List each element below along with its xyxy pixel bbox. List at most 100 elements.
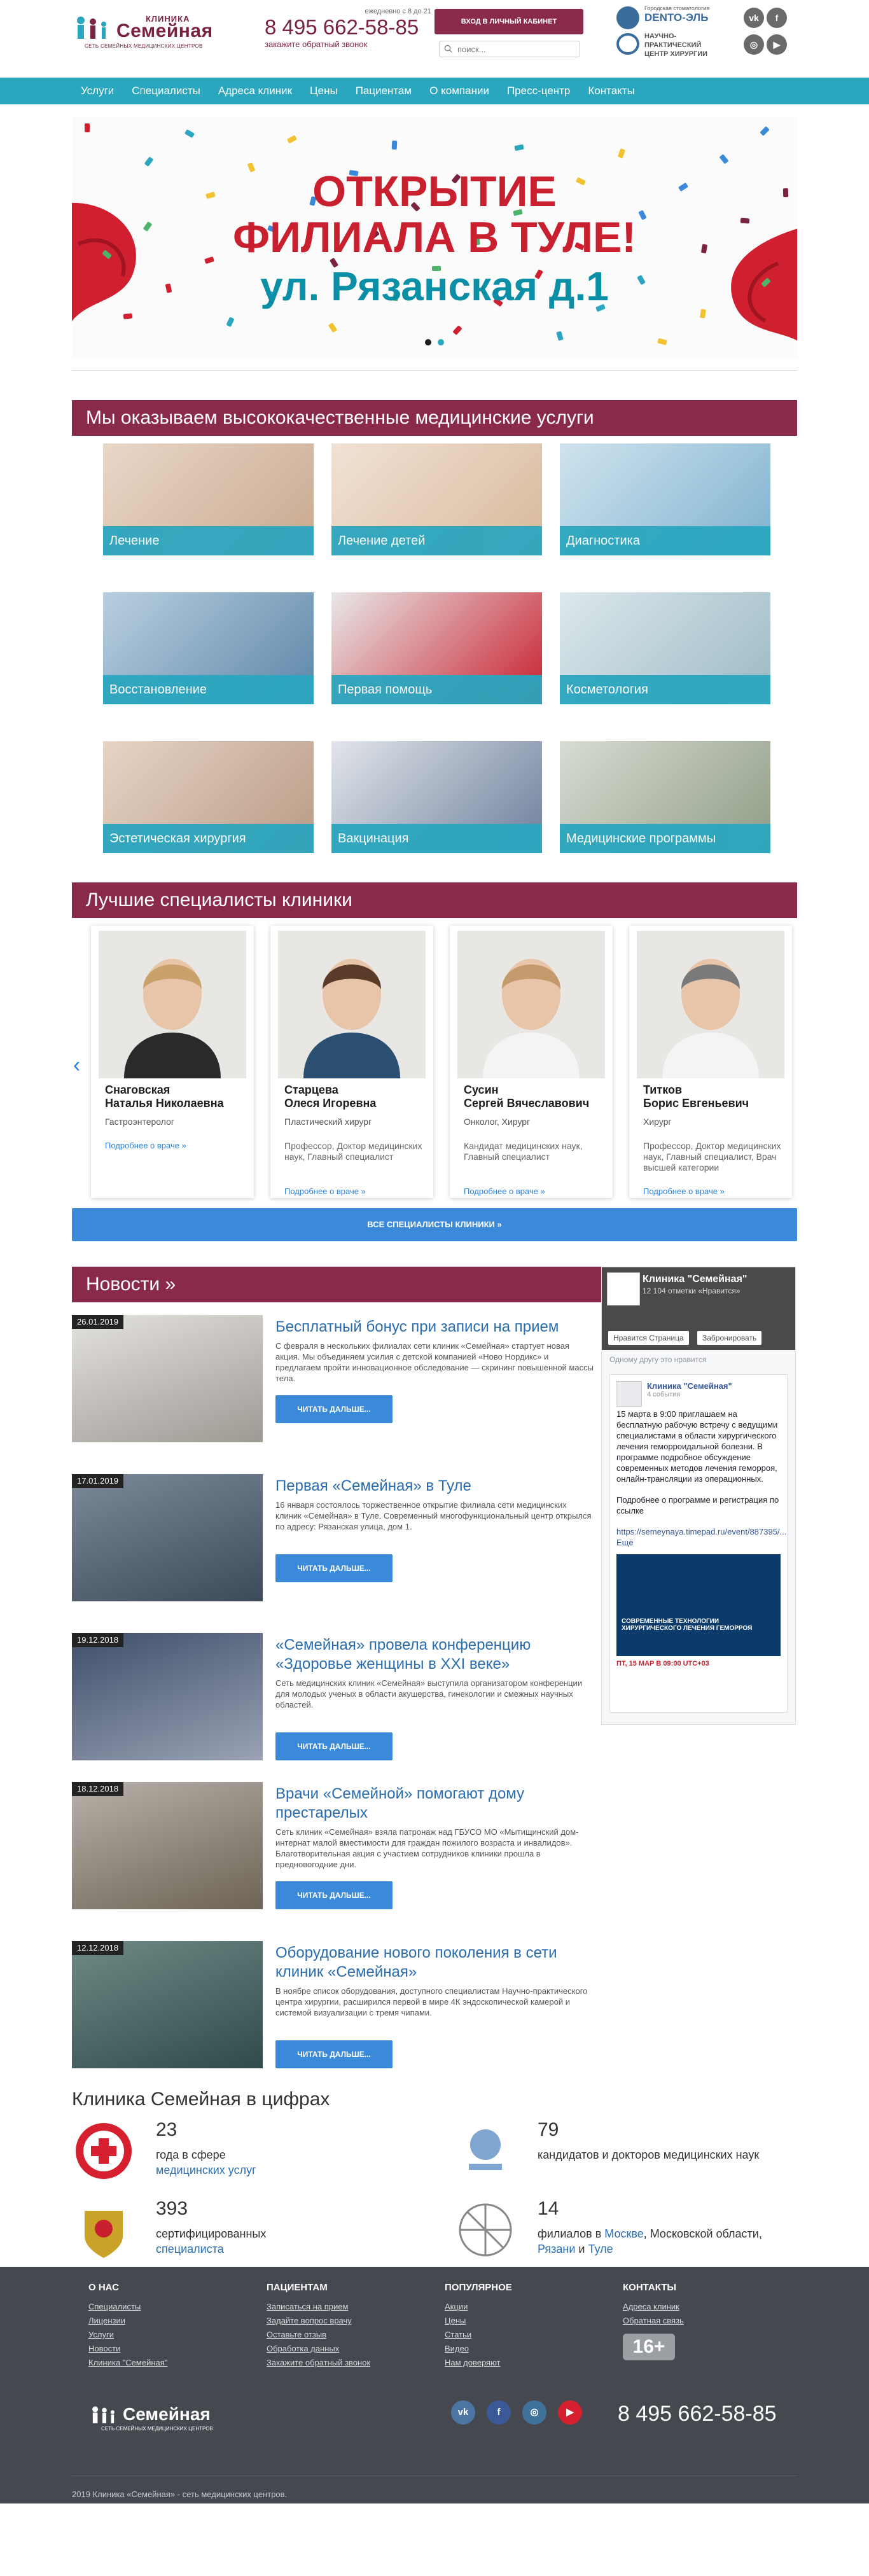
footer-instagram-icon[interactable]: ◎	[522, 2400, 546, 2425]
footer-link[interactable]: Записаться на прием	[267, 2302, 419, 2311]
slider-dot-active[interactable]	[438, 339, 444, 345]
footer-logo[interactable]: Семейная СЕТЬ СЕМЕЙНЫХ МЕДИЦИНСКИХ ЦЕНТР…	[88, 2404, 222, 2435]
footer-link[interactable]: Оставьте отзыв	[267, 2330, 419, 2339]
news-title[interactable]: «Семейная» провела конференцию «Здоровье…	[275, 1636, 594, 1674]
slider-dot[interactable]	[425, 339, 431, 345]
read-more-button[interactable]: ЧИТАТЬ ДАЛЬШЕ...	[275, 1881, 393, 1909]
news-title[interactable]: Бесплатный бонус при записи на прием	[275, 1318, 594, 1337]
news-photo[interactable]	[72, 1633, 263, 1760]
footer-link[interactable]: Обратная связь	[623, 2316, 775, 2325]
specialist-more-link[interactable]: Подробнее о враче »	[643, 1187, 783, 1196]
nav-item[interactable]: Пресс-центр	[507, 85, 570, 97]
facebook-page-logo[interactable]	[607, 1272, 640, 1305]
service-card[interactable]: Медицинские программы	[560, 741, 770, 853]
news-heading[interactable]: Новости »	[72, 1267, 601, 1302]
nav-item[interactable]: Контакты	[588, 85, 634, 97]
service-card[interactable]: Лечение детей	[331, 443, 542, 555]
specialist-name[interactable]: Старцева Олеся Игоревна	[284, 1083, 424, 1110]
service-card[interactable]: Вакцинация	[331, 741, 542, 853]
specialist-card[interactable]: Старцева Олеся Игоревна Пластический хиру…	[270, 926, 433, 1198]
nav-item[interactable]: Адреса клиник	[218, 85, 292, 97]
header-phone[interactable]: 8 495 662-58-85	[265, 15, 436, 39]
footer-link[interactable]: Новости	[88, 2344, 241, 2353]
footer-link[interactable]: Закажите обратный звонок	[267, 2358, 419, 2367]
news-title[interactable]: Первая «Семейная» в Туле	[275, 1477, 594, 1496]
footer-link[interactable]: Специалисты	[88, 2302, 241, 2311]
specialist-card[interactable]: Снаговская Наталья Николаевна Гастроэнтер…	[91, 926, 254, 1198]
specialists-link[interactable]: специалиста	[156, 2243, 224, 2255]
facebook-post-link[interactable]: https://semeynaya.timepad.ru/event/88739…	[616, 1526, 786, 1548]
facebook-save-button[interactable]: Забронировать	[697, 1331, 762, 1345]
footer-link[interactable]: Адреса клиник	[623, 2302, 775, 2311]
news-text: 16 января состоялось торжественное откры…	[275, 1500, 592, 1531]
facebook-post-image[interactable]: СОВРЕМЕННЫЕ ТЕХНОЛОГИИ ХИРУРГИЧЕСКОГО ЛЕ…	[616, 1554, 781, 1656]
all-specialists-button[interactable]: ВСЕ СПЕЦИАЛИСТЫ КЛИНИКИ »	[72, 1208, 797, 1241]
facebook-post-avatar[interactable]	[616, 1381, 642, 1407]
nav-item[interactable]: Услуги	[81, 85, 114, 97]
nav-item[interactable]: Специалисты	[132, 85, 200, 97]
footer-link[interactable]: Статьи	[445, 2330, 597, 2339]
footer-link[interactable]: Видео	[445, 2344, 597, 2353]
callback-link[interactable]: закажите обратный звонок	[265, 39, 436, 49]
nav-item[interactable]: О компании	[429, 85, 489, 97]
service-card[interactable]: Восстановление	[103, 592, 314, 704]
specialist-card[interactable]: Сусин Сергей Вячеславович Онколог, Хирург…	[450, 926, 613, 1198]
dento-el-partner-link[interactable]: Городская стоматология DENTO-ЭЛЬ	[616, 5, 721, 29]
nav-item[interactable]: Цены	[310, 85, 338, 97]
read-more-button[interactable]: ЧИТАТЬ ДАЛЬШЕ...	[275, 1395, 393, 1423]
footer-link[interactable]: Клиника "Семейная"	[88, 2358, 241, 2367]
footer-link[interactable]: Задайте вопрос врачу	[267, 2316, 419, 2325]
specialist-name[interactable]: Титков Борис Евгеньевич	[643, 1083, 783, 1110]
vk-icon[interactable]: vk	[744, 8, 764, 28]
facebook-like-button[interactable]: Нравится Страница	[608, 1331, 689, 1345]
nav-item[interactable]: Пациентам	[356, 85, 412, 97]
news-text: С февраля в нескольких филиалах сети кли…	[275, 1341, 594, 1383]
search-input[interactable]	[457, 43, 576, 55]
personal-cabinet-button[interactable]: ВХОД В ЛИЧНЫЙ КАБИНЕТ	[434, 9, 583, 34]
facebook-page-title[interactable]: Клиника "Семейная"	[643, 1274, 747, 1285]
footer-link[interactable]: Лицензии	[88, 2316, 241, 2325]
number-text: года в сфере медицинских услуг	[156, 2147, 398, 2178]
footer-link[interactable]: Акции	[445, 2302, 597, 2311]
ryazan-link[interactable]: Рязани	[538, 2243, 575, 2255]
footer-link[interactable]: Нам доверяют	[445, 2358, 597, 2367]
service-card[interactable]: Лечение	[103, 443, 314, 555]
news-title[interactable]: Врачи «Семейной» помогают дому престарел…	[275, 1785, 594, 1823]
read-more-button[interactable]: ЧИТАТЬ ДАЛЬШЕ...	[275, 1732, 393, 1760]
service-card[interactable]: Диагностика	[560, 443, 770, 555]
read-more-button[interactable]: ЧИТАТЬ ДАЛЬШЕ...	[275, 1554, 393, 1582]
footer-youtube-icon[interactable]: ▶	[558, 2400, 582, 2425]
tula-link[interactable]: Туле	[588, 2243, 613, 2255]
moscow-link[interactable]: Москве	[604, 2227, 643, 2240]
service-card[interactable]: Эстетическая хирургия	[103, 741, 314, 853]
footer-facebook-icon[interactable]: f	[487, 2400, 511, 2425]
specialist-card[interactable]: Титков Борис Евгеньевич Хирург Профессор, …	[629, 926, 792, 1198]
read-more-button[interactable]: ЧИТАТЬ ДАЛЬШЕ...	[275, 2040, 393, 2068]
service-card[interactable]: Косметология	[560, 592, 770, 704]
instagram-icon[interactable]: ◎	[744, 34, 764, 55]
surgery-center-partner-link[interactable]: НАУЧНО-ПРАКТИЧЕСКИЙ ЦЕНТР ХИРУРГИИ	[616, 32, 721, 58]
footer-link[interactable]: Цены	[445, 2316, 597, 2325]
youtube-icon[interactable]: ▶	[767, 34, 787, 55]
footer-phone[interactable]: 8 495 662-58-85	[618, 2402, 777, 2426]
specialist-more-link[interactable]: Подробнее о враче »	[464, 1187, 604, 1196]
news-photo[interactable]	[72, 1474, 263, 1601]
site-logo[interactable]: КЛИНИКА Семейная СЕТЬ СЕМЕЙНЫХ МЕДИЦИНСК…	[72, 11, 231, 49]
news-title[interactable]: Оборудование нового поколения в сети кли…	[275, 1944, 594, 1982]
specialist-more-link[interactable]: Подробнее о враче »	[105, 1141, 245, 1150]
promo-banner[interactable]: ОТКРЫТИЕ ФИЛИАЛА В ТУЛЕ! ул. Рязанская д…	[72, 117, 797, 358]
search-box[interactable]	[439, 41, 580, 57]
service-card[interactable]: Первая помощь	[331, 592, 542, 704]
footer-vk-icon[interactable]: vk	[451, 2400, 475, 2425]
specialist-name[interactable]: Сусин Сергей Вячеславович	[464, 1083, 604, 1110]
news-photo[interactable]	[72, 1941, 263, 2068]
footer-link[interactable]: Обработка данных	[267, 2344, 419, 2353]
medical-services-link[interactable]: медицинских услуг	[156, 2164, 256, 2176]
carousel-prev-arrow-icon[interactable]: ‹	[73, 1054, 85, 1076]
specialist-more-link[interactable]: Подробнее о враче »	[284, 1187, 424, 1196]
news-photo[interactable]	[72, 1782, 263, 1909]
facebook-icon[interactable]: f	[767, 8, 787, 28]
specialist-name[interactable]: Снаговская Наталья Николаевна	[105, 1083, 245, 1110]
footer-link[interactable]: Услуги	[88, 2330, 241, 2339]
news-photo[interactable]	[72, 1315, 263, 1442]
